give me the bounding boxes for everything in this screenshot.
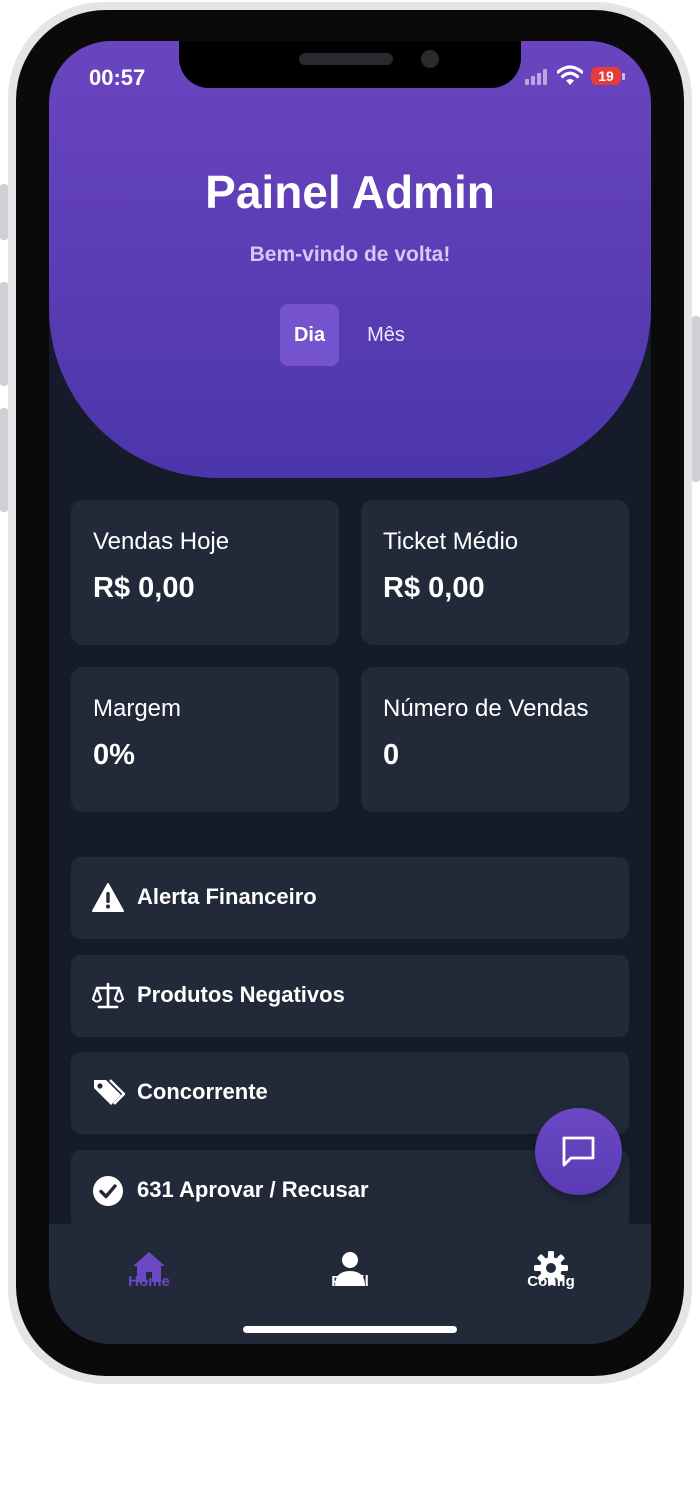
tab-mes[interactable]: Mês — [355, 304, 417, 366]
phone-side-button — [692, 316, 700, 482]
speaker-grille — [299, 53, 393, 65]
stat-value: 0 — [383, 739, 400, 771]
stat-label: Vendas Hoje — [93, 528, 230, 555]
action-label: Concorrente — [137, 1079, 268, 1104]
status-time: 00:57 — [89, 65, 146, 90]
scale-icon — [91, 982, 125, 1009]
phone-side-button — [0, 184, 8, 240]
stat-card-vendas-hoje: Vendas Hoje R$ 0,00 — [71, 500, 339, 645]
action-alerta-financeiro[interactable]: Alerta Financeiro — [71, 857, 629, 939]
nav-label: Perfil — [331, 1273, 369, 1290]
nav-config[interactable]: Config — [471, 1224, 631, 1304]
nav-label: Home — [128, 1273, 170, 1290]
page-title: Painel Admin — [205, 166, 495, 218]
chat-icon — [562, 1136, 595, 1167]
status-indicators: 19 — [525, 65, 625, 89]
stat-value: R$ 0,00 — [383, 572, 485, 604]
phone-side-button — [0, 282, 8, 386]
action-produtos-negativos[interactable]: Produtos Negativos — [71, 955, 629, 1037]
nav-perfil[interactable]: Perfil — [270, 1224, 430, 1304]
stat-label: Número de Vendas — [383, 695, 589, 722]
tab-dia[interactable]: Dia — [280, 304, 339, 366]
tags-icon — [94, 1079, 125, 1105]
home-indicator[interactable] — [243, 1326, 457, 1333]
stat-value: 0% — [93, 739, 135, 771]
warning-icon — [92, 883, 124, 912]
stat-card-margem: Margem 0% — [71, 667, 339, 812]
page-subtitle: Bem-vindo de volta! — [249, 243, 451, 266]
stat-card-ticket-medio: Ticket Médio R$ 0,00 — [361, 500, 629, 645]
header: Painel Admin Bem-vindo de volta! Dia Mês — [49, 41, 651, 478]
nav-home[interactable]: Home — [69, 1224, 229, 1304]
stat-value: R$ 0,00 — [93, 572, 195, 604]
battery-icon — [622, 73, 625, 80]
stat-label: Ticket Médio — [383, 528, 519, 555]
front-camera — [421, 50, 439, 68]
action-label: Alerta Financeiro — [137, 884, 317, 909]
action-label: 631 Aprovar / Recusar — [137, 1177, 369, 1202]
camera-notch — [179, 41, 521, 88]
nav-label: Config — [527, 1273, 575, 1290]
stat-label: Margem — [93, 695, 182, 722]
app-screen: Painel Admin Bem-vindo de volta! Dia Mês… — [49, 41, 651, 1344]
battery-level: 19 — [591, 67, 621, 85]
wifi-icon — [557, 65, 583, 85]
stat-card-numero-vendas: Número de Vendas 0 — [361, 667, 629, 812]
phone-side-button — [0, 408, 8, 512]
chat-button[interactable] — [535, 1108, 622, 1195]
check-circle-icon — [93, 1176, 123, 1206]
action-label: Produtos Negativos — [137, 982, 345, 1007]
